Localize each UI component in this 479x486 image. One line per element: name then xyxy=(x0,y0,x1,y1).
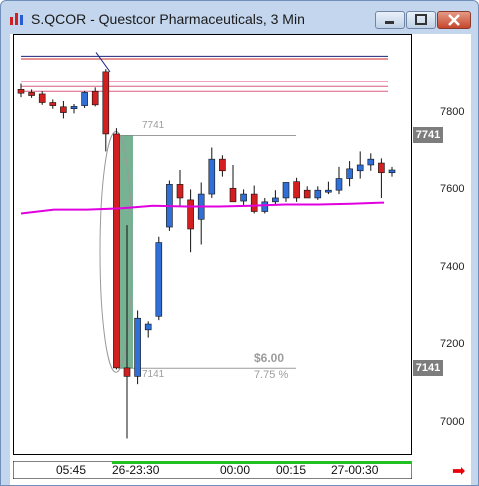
range-value-label: $6.00 xyxy=(254,351,285,366)
price-label: 7800 xyxy=(440,105,465,118)
candle-body xyxy=(314,189,322,199)
candle-body xyxy=(367,158,375,166)
candle-body xyxy=(134,317,141,377)
candle-body xyxy=(282,182,290,199)
candle-body xyxy=(60,106,67,113)
candle-body xyxy=(303,189,311,199)
candle-body xyxy=(28,92,35,96)
highlight-region xyxy=(119,135,133,369)
candle-body xyxy=(102,71,110,135)
candle-body xyxy=(229,187,237,203)
candle-body xyxy=(38,93,46,103)
time-label: 27-00:30 xyxy=(331,463,379,477)
scroll-right-arrow-icon[interactable]: ➡ xyxy=(452,461,465,481)
upper-level-label: 7741 xyxy=(142,120,165,132)
candle-body xyxy=(187,199,194,230)
candle-body xyxy=(356,164,364,172)
candle-body xyxy=(91,90,99,106)
candle-body xyxy=(81,92,88,106)
candlestick-chart[interactable] xyxy=(0,0,479,486)
price-label: 7200 xyxy=(440,338,465,351)
candle-body xyxy=(70,106,78,110)
candle-body xyxy=(176,184,184,199)
candle-body xyxy=(293,181,300,199)
price-tag-lower: 7141 xyxy=(413,360,443,377)
time-label: 05:45 xyxy=(56,463,87,477)
candle-body xyxy=(144,323,152,331)
range-percent-label: 7.75 % xyxy=(254,369,289,382)
time-label: 26-23:30 xyxy=(112,463,160,477)
candle-body xyxy=(272,197,279,203)
candle-body xyxy=(113,133,120,369)
price-label: 7600 xyxy=(440,183,465,196)
price-label: 7000 xyxy=(440,415,465,428)
trend-line xyxy=(95,52,111,73)
candle-body xyxy=(346,168,353,179)
candle-body xyxy=(17,89,25,94)
time-label: 00:15 xyxy=(276,463,307,477)
candle-body xyxy=(261,201,269,212)
candle-body xyxy=(325,189,332,193)
candle-body xyxy=(49,102,57,106)
candle-body xyxy=(335,178,343,191)
candle-body xyxy=(123,367,131,377)
candle-body xyxy=(378,162,385,174)
time-label: 00:00 xyxy=(220,463,251,477)
candle-body xyxy=(240,193,247,202)
time-axis[interactable]: 05:45 26-23:30 00:00 00:15 27-00:30 xyxy=(13,461,412,479)
price-tag-upper: 7741 xyxy=(413,127,443,144)
price-label: 7400 xyxy=(440,260,465,273)
candle-body xyxy=(155,242,163,317)
candle-body xyxy=(250,193,258,212)
candle-body xyxy=(219,158,226,172)
candle-body xyxy=(388,169,396,174)
lower-level-label: 7141 xyxy=(142,369,165,381)
candle-body xyxy=(208,158,216,195)
